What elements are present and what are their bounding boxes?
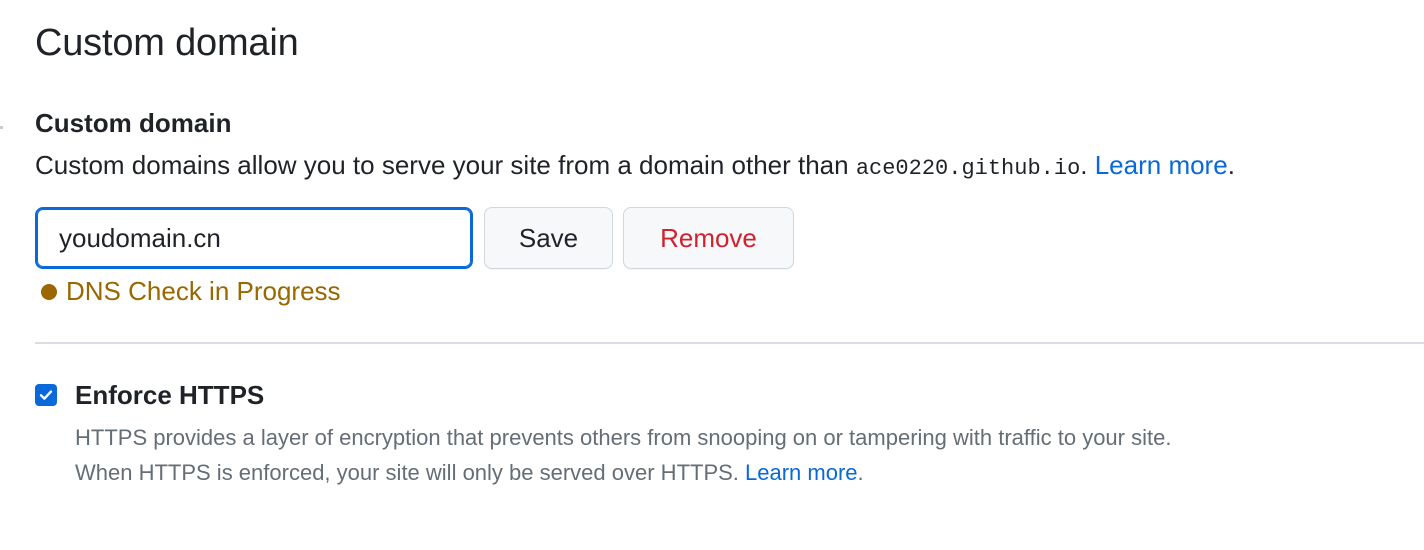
description-suffix: .: [1080, 150, 1095, 180]
save-button[interactable]: Save: [484, 207, 613, 269]
https-description-line2: When HTTPS is enforced, your site will o…: [75, 455, 1171, 490]
dns-status: DNS Check in Progress: [41, 276, 341, 307]
enforce-https-checkbox[interactable]: [35, 384, 57, 406]
custom-domain-description: Custom domains allow you to serve your s…: [35, 150, 1235, 181]
left-edge-mark: [0, 126, 3, 129]
custom-domain-input[interactable]: [35, 207, 473, 269]
check-icon: [39, 390, 53, 400]
section-divider: [35, 342, 1424, 344]
dns-status-text: DNS Check in Progress: [66, 276, 341, 306]
remove-button[interactable]: Remove: [623, 207, 794, 269]
custom-domain-label: Custom domain: [35, 108, 232, 138]
default-domain: ace0220.github.io: [855, 156, 1081, 181]
enforce-https-label: Enforce HTTPS: [75, 380, 265, 410]
learn-more-link[interactable]: Learn more: [1095, 150, 1228, 180]
https-description-line2-text: When HTTPS is enforced, your site will o…: [75, 460, 746, 485]
enforce-https-description: HTTPS provides a layer of encryption tha…: [75, 420, 1171, 490]
https-description-line1: HTTPS provides a layer of encryption tha…: [75, 425, 1172, 450]
description-period: .: [1227, 150, 1235, 180]
description-prefix: Custom domains allow you to serve your s…: [35, 150, 856, 180]
page-title: Custom domain: [35, 22, 299, 64]
https-learn-more-link[interactable]: Learn more: [745, 460, 858, 485]
status-dot-icon: [41, 283, 57, 300]
https-description-period: .: [857, 460, 864, 485]
